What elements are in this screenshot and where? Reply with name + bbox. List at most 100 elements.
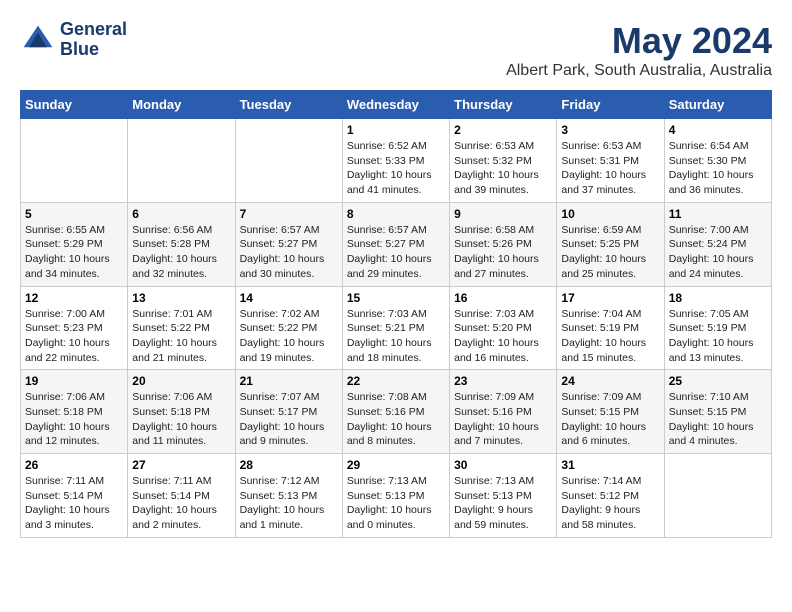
day-number: 22: [347, 374, 445, 388]
day-number: 5: [25, 207, 123, 221]
calendar-cell: 7 Sunrise: 6:57 AM Sunset: 5:27 PM Daylig…: [235, 202, 342, 286]
calendar-cell: 14 Sunrise: 7:02 AM Sunset: 5:22 PM Dayli…: [235, 286, 342, 370]
day-info: Sunrise: 7:02 AM Sunset: 5:22 PM Dayligh…: [240, 307, 338, 366]
calendar-cell: [21, 119, 128, 203]
calendar-table: SundayMondayTuesdayWednesdayThursdayFrid…: [20, 90, 772, 538]
calendar-cell: 19Sunrise: 7:06 AM Sunset: 5:18 PM Dayli…: [21, 370, 128, 454]
logo-text: General Blue: [60, 20, 127, 60]
day-number: 30: [454, 458, 552, 472]
calendar-cell: 6 Sunrise: 6:56 AM Sunset: 5:28 PM Daylig…: [128, 202, 235, 286]
day-info: Sunrise: 7:00 AM Sunset: 5:23 PM Dayligh…: [25, 307, 123, 366]
calendar-cell: 26 Sunrise: 7:11 AM Sunset: 5:14 PM Dayli…: [21, 454, 128, 538]
calendar-cell: 31 Sunrise: 7:14 AM Sunset: 5:12 PM Dayli…: [557, 454, 664, 538]
day-number: 16: [454, 291, 552, 305]
day-info: Sunrise: 7:06 AM Sunset: 5:18 PM Dayligh…: [132, 390, 230, 449]
logo: General Blue: [20, 20, 127, 60]
day-header-friday: Friday: [557, 91, 664, 119]
calendar-cell: 21 Sunrise: 7:07 AM Sunset: 5:17 PM Dayli…: [235, 370, 342, 454]
day-info: Sunrise: 7:03 AM Sunset: 5:20 PM Dayligh…: [454, 307, 552, 366]
day-info: Sunrise: 6:56 AM Sunset: 5:28 PM Dayligh…: [132, 223, 230, 282]
day-info: Sunrise: 6:53 AM Sunset: 5:31 PM Dayligh…: [561, 139, 659, 198]
calendar-cell: 15 Sunrise: 7:03 AM Sunset: 5:21 PM Dayli…: [342, 286, 449, 370]
calendar-cell: 30 Sunrise: 7:13 AM Sunset: 5:13 PM Dayli…: [450, 454, 557, 538]
day-info: Sunrise: 7:04 AM Sunset: 5:19 PM Dayligh…: [561, 307, 659, 366]
calendar-cell: 3 Sunrise: 6:53 AM Sunset: 5:31 PM Daylig…: [557, 119, 664, 203]
day-info: Sunrise: 7:07 AM Sunset: 5:17 PM Dayligh…: [240, 390, 338, 449]
calendar-cell: 24 Sunrise: 7:09 AM Sunset: 5:15 PM Dayli…: [557, 370, 664, 454]
calendar-cell: [664, 454, 771, 538]
day-info: Sunrise: 7:08 AM Sunset: 5:16 PM Dayligh…: [347, 390, 445, 449]
day-header-tuesday: Tuesday: [235, 91, 342, 119]
calendar-cell: 27 Sunrise: 7:11 AM Sunset: 5:14 PM Dayli…: [128, 454, 235, 538]
calendar-cell: 8 Sunrise: 6:57 AM Sunset: 5:27 PM Daylig…: [342, 202, 449, 286]
calendar-cell: 12 Sunrise: 7:00 AM Sunset: 5:23 PM Dayli…: [21, 286, 128, 370]
day-number: 1: [347, 123, 445, 137]
day-number: 24: [561, 374, 659, 388]
day-number: 20: [132, 374, 230, 388]
calendar-cell: 25Sunrise: 7:10 AM Sunset: 5:15 PM Dayli…: [664, 370, 771, 454]
day-header-sunday: Sunday: [21, 91, 128, 119]
subtitle: Albert Park, South Australia, Australia: [506, 62, 772, 80]
day-number: 3: [561, 123, 659, 137]
day-number: 21: [240, 374, 338, 388]
day-info: Sunrise: 7:05 AM Sunset: 5:19 PM Dayligh…: [669, 307, 767, 366]
day-info: Sunrise: 6:53 AM Sunset: 5:32 PM Dayligh…: [454, 139, 552, 198]
calendar-cell: 4 Sunrise: 6:54 AM Sunset: 5:30 PM Daylig…: [664, 119, 771, 203]
calendar-cell: 13 Sunrise: 7:01 AM Sunset: 5:22 PM Dayli…: [128, 286, 235, 370]
calendar-cell: 1 Sunrise: 6:52 AM Sunset: 5:33 PM Daylig…: [342, 119, 449, 203]
day-info: Sunrise: 7:12 AM Sunset: 5:13 PM Dayligh…: [240, 474, 338, 533]
day-info: Sunrise: 6:52 AM Sunset: 5:33 PM Dayligh…: [347, 139, 445, 198]
day-number: 25: [669, 374, 767, 388]
day-number: 11: [669, 207, 767, 221]
day-info: Sunrise: 7:13 AM Sunset: 5:13 PM Dayligh…: [347, 474, 445, 533]
day-number: 7: [240, 207, 338, 221]
day-info: Sunrise: 7:09 AM Sunset: 5:16 PM Dayligh…: [454, 390, 552, 449]
day-header-thursday: Thursday: [450, 91, 557, 119]
day-info: Sunrise: 6:57 AM Sunset: 5:27 PM Dayligh…: [240, 223, 338, 282]
day-number: 8: [347, 207, 445, 221]
day-number: 9: [454, 207, 552, 221]
calendar-cell: 29 Sunrise: 7:13 AM Sunset: 5:13 PM Dayli…: [342, 454, 449, 538]
day-info: Sunrise: 6:54 AM Sunset: 5:30 PM Dayligh…: [669, 139, 767, 198]
calendar-cell: 5 Sunrise: 6:55 AM Sunset: 5:29 PM Daylig…: [21, 202, 128, 286]
day-number: 14: [240, 291, 338, 305]
day-number: 29: [347, 458, 445, 472]
day-info: Sunrise: 7:00 AM Sunset: 5:24 PM Dayligh…: [669, 223, 767, 282]
calendar-cell: 23 Sunrise: 7:09 AM Sunset: 5:16 PM Dayli…: [450, 370, 557, 454]
day-info: Sunrise: 6:55 AM Sunset: 5:29 PM Dayligh…: [25, 223, 123, 282]
day-info: Sunrise: 6:59 AM Sunset: 5:25 PM Dayligh…: [561, 223, 659, 282]
day-number: 31: [561, 458, 659, 472]
day-number: 18: [669, 291, 767, 305]
day-header-monday: Monday: [128, 91, 235, 119]
calendar-cell: 10 Sunrise: 6:59 AM Sunset: 5:25 PM Dayli…: [557, 202, 664, 286]
day-info: Sunrise: 7:13 AM Sunset: 5:13 PM Dayligh…: [454, 474, 552, 533]
day-header-wednesday: Wednesday: [342, 91, 449, 119]
day-number: 2: [454, 123, 552, 137]
day-info: Sunrise: 7:09 AM Sunset: 5:15 PM Dayligh…: [561, 390, 659, 449]
day-number: 15: [347, 291, 445, 305]
title-block: May 2024 Albert Park, South Australia, A…: [506, 20, 772, 80]
day-number: 12: [25, 291, 123, 305]
calendar-cell: 22 Sunrise: 7:08 AM Sunset: 5:16 PM Dayli…: [342, 370, 449, 454]
day-number: 26: [25, 458, 123, 472]
main-title: May 2024: [506, 20, 772, 62]
calendar-cell: 18 Sunrise: 7:05 AM Sunset: 5:19 PM Dayli…: [664, 286, 771, 370]
day-number: 4: [669, 123, 767, 137]
day-info: Sunrise: 6:57 AM Sunset: 5:27 PM Dayligh…: [347, 223, 445, 282]
day-info: Sunrise: 7:01 AM Sunset: 5:22 PM Dayligh…: [132, 307, 230, 366]
day-info: Sunrise: 7:11 AM Sunset: 5:14 PM Dayligh…: [132, 474, 230, 533]
day-header-saturday: Saturday: [664, 91, 771, 119]
day-number: 27: [132, 458, 230, 472]
day-number: 6: [132, 207, 230, 221]
day-info: Sunrise: 7:11 AM Sunset: 5:14 PM Dayligh…: [25, 474, 123, 533]
page-header: General Blue May 2024 Albert Park, South…: [20, 20, 772, 80]
day-number: 13: [132, 291, 230, 305]
day-info: Sunrise: 7:03 AM Sunset: 5:21 PM Dayligh…: [347, 307, 445, 366]
calendar-cell: 2 Sunrise: 6:53 AM Sunset: 5:32 PM Daylig…: [450, 119, 557, 203]
calendar-cell: 9Sunrise: 6:58 AM Sunset: 5:26 PM Daylig…: [450, 202, 557, 286]
day-info: Sunrise: 7:14 AM Sunset: 5:12 PM Dayligh…: [561, 474, 659, 533]
day-number: 19: [25, 374, 123, 388]
day-number: 10: [561, 207, 659, 221]
day-number: 23: [454, 374, 552, 388]
day-number: 28: [240, 458, 338, 472]
